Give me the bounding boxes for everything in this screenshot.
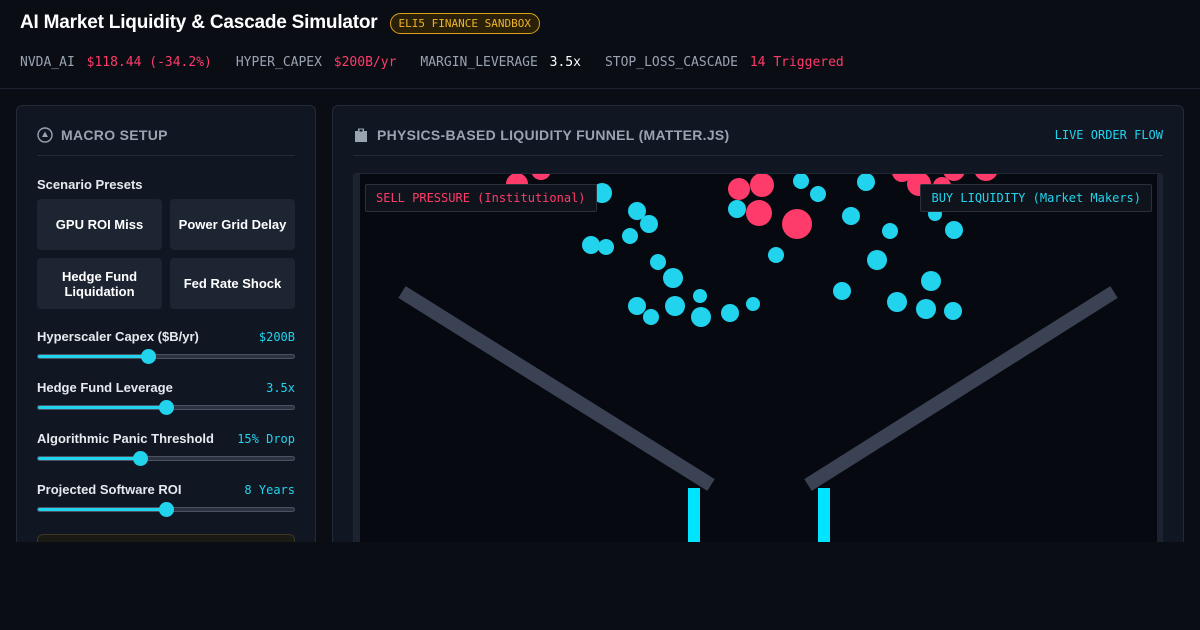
slider-fill xyxy=(38,355,149,358)
ticker-value: 14 Triggered xyxy=(749,55,844,70)
left-wall xyxy=(354,174,360,552)
presets-label: Scenario Presets xyxy=(37,177,143,192)
clipboard-icon xyxy=(353,127,369,143)
buy-order-particle xyxy=(867,250,887,270)
right-wall xyxy=(1157,174,1162,552)
buy-order-particle xyxy=(793,174,809,189)
sandbox-badge: ELI5 FINANCE SANDBOX xyxy=(389,12,540,34)
sell-order-particle xyxy=(782,209,812,239)
top-bar: AI Market Liquidity & Cascade Simulator … xyxy=(0,0,1200,89)
slider-fill xyxy=(38,508,166,511)
liquidity-funnel-panel: PHYSICS-BASED LIQUIDITY FUNNEL (MATTER.J… xyxy=(332,105,1184,565)
app-title: AI Market Liquidity & Cascade Simulator xyxy=(20,12,378,33)
preset-gpu-roi-miss[interactable]: GPU ROI Miss xyxy=(37,199,162,250)
buy-liquidity-label: BUY LIQUIDITY (Market Makers) xyxy=(920,184,1152,212)
funnel-heading: PHYSICS-BASED LIQUIDITY FUNNEL (MATTER.J… xyxy=(353,127,730,143)
title-row: AI Market Liquidity & Cascade Simulator … xyxy=(20,12,540,34)
ticker-key: HYPER_CAPEX xyxy=(235,55,322,70)
slider-label: Hedge Fund Leverage xyxy=(37,380,173,395)
funnel-left-ramp xyxy=(398,286,715,491)
buy-order-particle xyxy=(721,304,739,322)
ticker-key: NVDA_AI xyxy=(20,55,75,70)
slider-value: 15% Drop xyxy=(237,432,295,446)
ticker-value: $200B/yr xyxy=(333,55,397,70)
triangle-circle-icon xyxy=(37,127,53,143)
buy-order-particle xyxy=(650,254,666,270)
slider-fill xyxy=(38,406,166,409)
slider-track[interactable] xyxy=(37,349,295,364)
slider-track[interactable] xyxy=(37,400,295,415)
divider xyxy=(353,155,1163,156)
slider-value: 3.5x xyxy=(266,381,295,395)
sell-order-particle xyxy=(728,178,750,200)
live-order-flow-label: LIVE ORDER FLOW xyxy=(1054,128,1163,142)
buy-order-particle xyxy=(622,228,638,244)
buy-order-particle xyxy=(945,221,963,239)
buy-order-particle xyxy=(628,297,646,315)
buy-order-particle xyxy=(693,289,707,303)
preset-hedge-fund-liquidation[interactable]: Hedge Fund Liquidation xyxy=(37,258,162,309)
ticker-strip: NVDA_AI $118.44 (-34.2%) HYPER_CAPEX $20… xyxy=(20,55,868,70)
buy-order-particle xyxy=(643,309,659,325)
funnel-right-ramp xyxy=(804,286,1118,491)
slider-thumb[interactable] xyxy=(141,349,157,364)
macro-setup-panel: MACRO SETUP Scenario Presets GPU ROI Mis… xyxy=(16,105,316,574)
sell-pressure-label: SELL PRESSURE (Institutional) xyxy=(365,184,597,212)
ticker-value: 3.5x xyxy=(549,55,581,70)
buy-order-particle xyxy=(665,296,685,316)
divider xyxy=(37,155,295,156)
slider-thumb[interactable] xyxy=(159,400,174,415)
ticker-stop-loss: STOP_LOSS_CASCADE 14 Triggered xyxy=(605,55,844,70)
preset-fed-rate-shock[interactable]: Fed Rate Shock xyxy=(170,258,295,309)
buy-order-particle xyxy=(921,271,941,291)
sell-order-particle xyxy=(746,200,772,226)
buy-order-particle xyxy=(810,186,826,202)
sell-order-particle xyxy=(750,174,774,197)
buy-order-particle xyxy=(728,200,746,218)
ticker-capex: HYPER_CAPEX $200B/yr xyxy=(236,55,397,70)
slider-thumb[interactable] xyxy=(159,502,174,517)
ticker-key: MARGIN_LEVERAGE xyxy=(420,55,538,70)
slider-label: Hyperscaler Capex ($B/yr) xyxy=(37,329,199,344)
buy-order-particle xyxy=(640,215,658,233)
slider-label: Algorithmic Panic Threshold xyxy=(37,431,214,446)
buy-order-particle xyxy=(833,282,851,300)
ticker-nvda: NVDA_AI $118.44 (-34.2%) xyxy=(20,55,212,70)
macro-setup-heading: MACRO SETUP xyxy=(37,127,168,143)
buy-order-particle xyxy=(598,239,614,255)
sell-order-particle xyxy=(531,174,551,180)
ticker-leverage: MARGIN_LEVERAGE 3.5x xyxy=(420,55,581,70)
preset-power-grid-delay[interactable]: Power Grid Delay xyxy=(170,199,295,250)
funnel-heading-text: PHYSICS-BASED LIQUIDITY FUNNEL (MATTER.J… xyxy=(377,127,730,143)
sell-order-particle xyxy=(975,174,997,181)
slider-fill xyxy=(38,457,141,460)
buy-order-particle xyxy=(916,299,936,319)
buy-order-particle xyxy=(887,292,907,312)
buy-order-particle xyxy=(944,302,962,320)
slider-value: 8 Years xyxy=(244,483,295,497)
page-bottom-area xyxy=(0,542,1200,630)
buy-order-particle xyxy=(691,307,711,327)
ticker-key: STOP_LOSS_CASCADE xyxy=(604,55,739,70)
slider-track[interactable] xyxy=(37,502,295,517)
macro-heading-text: MACRO SETUP xyxy=(61,127,168,143)
buy-order-particle xyxy=(842,207,860,225)
slider-track[interactable] xyxy=(37,451,295,466)
slider-value: $200B xyxy=(258,330,295,344)
funnel-drawing xyxy=(354,174,1162,552)
physics-canvas[interactable]: SELL PRESSURE (Institutional) BUY LIQUID… xyxy=(353,173,1163,553)
buy-order-particle xyxy=(882,223,898,239)
slider-thumb[interactable] xyxy=(133,451,149,466)
buy-order-particle xyxy=(582,236,600,254)
buy-order-particle xyxy=(663,268,683,288)
buy-order-particle xyxy=(857,174,875,191)
slider-label: Projected Software ROI xyxy=(37,482,182,497)
buy-order-particle xyxy=(768,247,784,263)
ticker-value: $118.44 (-34.2%) xyxy=(86,55,212,70)
buy-order-particle xyxy=(746,297,760,311)
